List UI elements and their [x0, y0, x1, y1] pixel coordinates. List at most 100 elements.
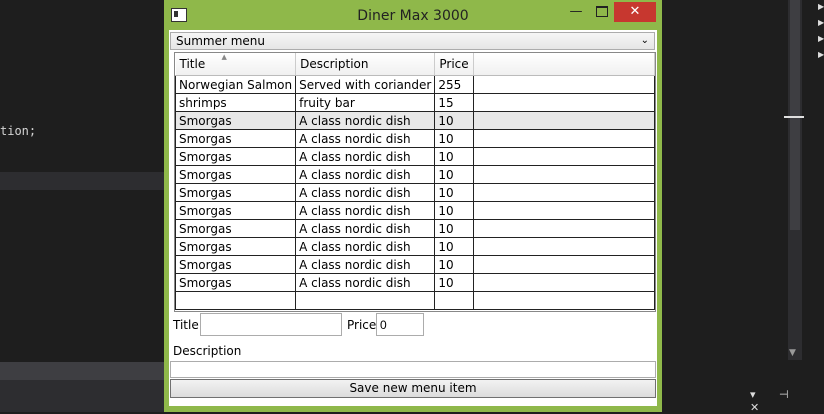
expand-arrow-icon[interactable]: ▶	[818, 2, 824, 11]
maximize-button[interactable]	[590, 2, 614, 22]
expand-arrow-icon[interactable]: ▶	[818, 18, 824, 27]
cell-title[interactable]: Smorgas	[174, 255, 297, 274]
title-label: Title	[173, 318, 199, 332]
ide-bottom-panel	[0, 362, 164, 412]
empty-cell[interactable]	[174, 291, 297, 310]
title-input[interactable]	[200, 313, 342, 336]
sort-arrow-icon: ▲	[221, 53, 227, 61]
cell-description[interactable]: A class nordic dish	[295, 201, 436, 220]
column-header-filler	[473, 53, 656, 76]
cell-filler	[472, 93, 656, 112]
table-row[interactable]: Smorgas A class nordic dish 10	[174, 129, 656, 148]
cell-price[interactable]: 10	[434, 147, 474, 166]
expand-arrow-icon[interactable]: ▶	[818, 34, 824, 43]
table-row[interactable]: shrimps fruity bar 15	[174, 93, 656, 112]
cell-description[interactable]: Served with coriander	[295, 75, 436, 94]
cell-price[interactable]: 10	[434, 219, 474, 238]
table-row[interactable]: Smorgas A class nordic dish 10	[174, 111, 656, 130]
cell-price[interactable]: 10	[434, 237, 474, 256]
column-header-description[interactable]: Description	[295, 53, 436, 76]
cell-price[interactable]: 15	[434, 93, 474, 112]
cell-price[interactable]: 10	[434, 111, 474, 130]
column-header-title[interactable]: ▲ Title	[175, 53, 297, 76]
description-label: Description	[173, 344, 242, 358]
column-header-price[interactable]: Price	[434, 53, 474, 76]
cell-filler	[472, 237, 656, 256]
cell-description[interactable]: A class nordic dish	[295, 111, 436, 130]
cell-description[interactable]: A class nordic dish	[295, 219, 436, 238]
cell-description[interactable]: fruity bar	[295, 93, 436, 112]
table-row[interactable]: Smorgas A class nordic dish 10	[174, 273, 656, 292]
cell-description[interactable]: A class nordic dish	[295, 129, 436, 148]
cell-filler	[472, 183, 656, 202]
cell-filler	[472, 165, 656, 184]
menu-table: ▲ Title Description Price Norwegian Salmo…	[174, 53, 656, 310]
empty-cell[interactable]	[434, 291, 474, 310]
empty-cell	[472, 291, 656, 310]
cell-filler	[472, 147, 656, 166]
ide-editor-left: tion;	[0, 0, 164, 412]
cell-filler	[472, 255, 656, 274]
cell-title[interactable]: Smorgas	[174, 147, 297, 166]
cell-price[interactable]: 10	[434, 255, 474, 274]
menu-items-grid[interactable]: ▲ Title Description Price Norwegian Salmo…	[174, 52, 656, 312]
ide-highlight-band	[0, 172, 164, 190]
cell-filler	[472, 75, 656, 94]
ide-code-line: tion;	[0, 124, 37, 138]
table-row[interactable]: Smorgas A class nordic dish 10	[174, 255, 656, 274]
cell-title[interactable]: Smorgas	[174, 219, 297, 238]
window-client: Summer menu ⌄ ▲ Title Description Price N…	[169, 30, 657, 406]
table-row[interactable]: Norwegian Salmon Served with coriander 255	[174, 75, 656, 94]
title-bar[interactable]: Diner Max 3000 — ✕	[164, 0, 662, 30]
chevron-down-icon: ⌄	[640, 35, 649, 46]
price-input[interactable]	[376, 313, 424, 336]
table-row[interactable]: Smorgas A class nordic dish 10	[174, 183, 656, 202]
table-row[interactable]: Smorgas A class nordic dish 10	[174, 201, 656, 220]
cell-filler	[472, 219, 656, 238]
table-row[interactable]: Smorgas A class nordic dish 10	[174, 165, 656, 184]
cell-title[interactable]: Smorgas	[174, 183, 297, 202]
table-row[interactable]: Smorgas A class nordic dish 10	[174, 147, 656, 166]
description-input[interactable]	[170, 361, 656, 378]
cell-title[interactable]: Smorgas	[174, 201, 297, 220]
close-button[interactable]: ✕	[614, 2, 656, 22]
table-row[interactable]: Smorgas A class nordic dish 10	[174, 237, 656, 256]
ide-scroll-thumb[interactable]	[790, 0, 800, 230]
cell-price[interactable]: 10	[434, 165, 474, 184]
cell-title[interactable]: Smorgas	[174, 237, 297, 256]
cell-filler	[472, 273, 656, 292]
scroll-down-icon[interactable]: ▼	[789, 348, 796, 358]
cell-title[interactable]: Smorgas	[174, 273, 297, 292]
cell-description[interactable]: A class nordic dish	[295, 255, 436, 274]
empty-cell[interactable]	[295, 291, 436, 310]
cell-description[interactable]: A class nordic dish	[295, 237, 436, 256]
cell-price[interactable]: 10	[434, 273, 474, 292]
cell-description[interactable]: A class nordic dish	[295, 165, 436, 184]
cell-title[interactable]: Smorgas	[174, 129, 297, 148]
cell-filler	[472, 111, 656, 130]
cell-price[interactable]: 10	[434, 201, 474, 220]
cell-description[interactable]: A class nordic dish	[295, 183, 436, 202]
cell-filler	[472, 129, 656, 148]
ide-scrollbar[interactable]: ▼	[784, 0, 804, 360]
maximize-icon	[596, 6, 608, 17]
cell-title[interactable]: Norwegian Salmon	[174, 75, 297, 94]
cell-description[interactable]: A class nordic dish	[295, 147, 436, 166]
cell-description[interactable]: A class nordic dish	[295, 273, 436, 292]
expand-arrow-icon[interactable]: ▶	[818, 50, 824, 59]
cell-title[interactable]: Smorgas	[174, 111, 297, 130]
cell-price[interactable]: 255	[434, 75, 474, 94]
ide-scroll-marker	[784, 116, 804, 118]
save-menu-item-button[interactable]: Save new menu item	[170, 379, 656, 398]
menu-select[interactable]: Summer menu ⌄	[170, 32, 655, 50]
new-item-row[interactable]	[174, 291, 656, 310]
cell-price[interactable]: 10	[434, 183, 474, 202]
cell-filler	[472, 201, 656, 220]
ide-panel-tools[interactable]: ▾ ⊣ ✕	[750, 388, 824, 414]
cell-title[interactable]: shrimps	[174, 93, 297, 112]
table-row[interactable]: Smorgas A class nordic dish 10	[174, 219, 656, 238]
cell-price[interactable]: 10	[434, 129, 474, 148]
menu-select-value: Summer menu	[176, 34, 266, 48]
minimize-button[interactable]: —	[564, 2, 588, 22]
cell-title[interactable]: Smorgas	[174, 165, 297, 184]
